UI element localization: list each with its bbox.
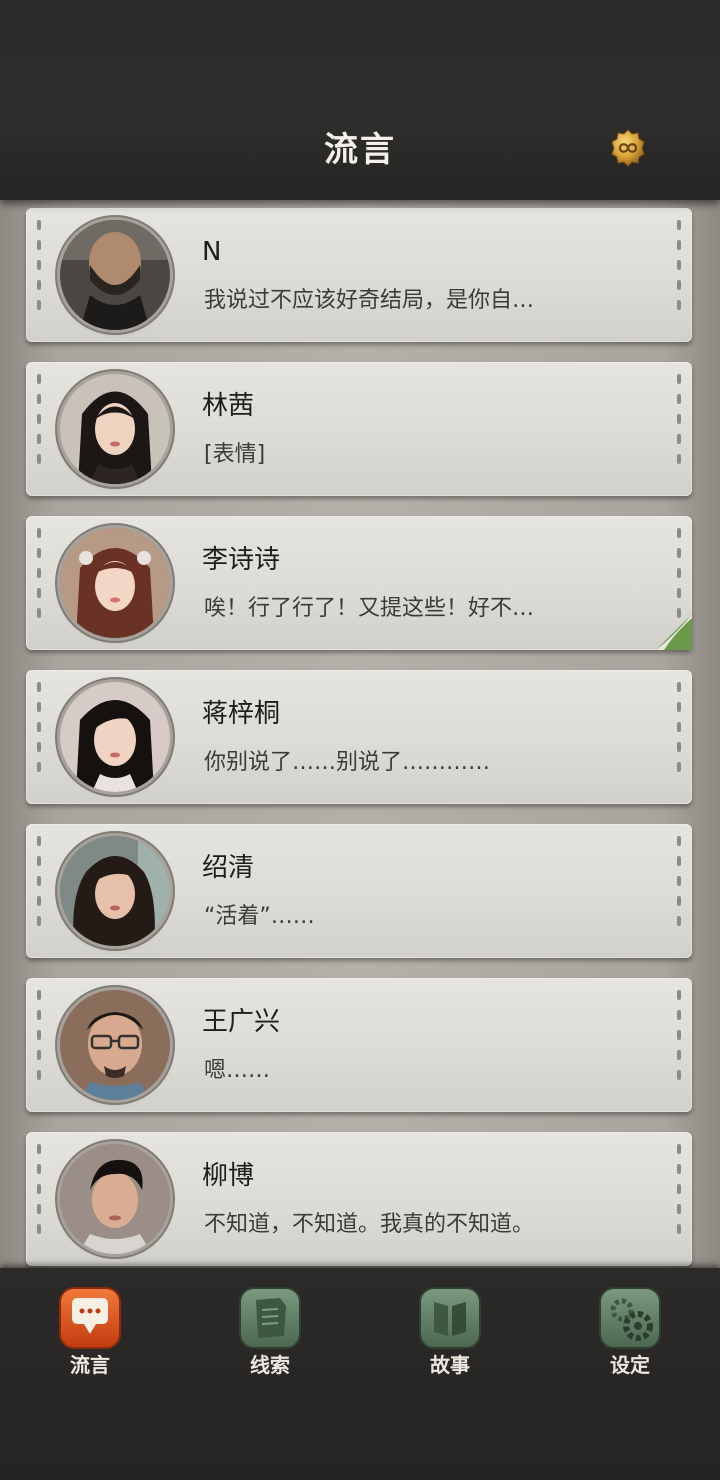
- tab-label: 故事: [430, 1353, 470, 1377]
- woman-dark-hair-avatar[interactable]: [60, 682, 170, 792]
- card-stitch-decoration: [37, 990, 41, 1100]
- chat-item[interactable]: 李诗诗 唉！行了行了！又提这些！好不…: [26, 516, 692, 650]
- message-preview: “活着”……: [204, 904, 315, 929]
- card-stitch-decoration: [37, 220, 41, 330]
- card-stitch-decoration: [677, 1144, 681, 1254]
- app-header: 流言: [0, 0, 720, 200]
- gold-infinity-coin-icon[interactable]: [608, 128, 648, 168]
- card-stitch-decoration: [677, 374, 681, 484]
- card-stitch-decoration: [37, 374, 41, 484]
- woman-wavy-hair-avatar[interactable]: [60, 836, 170, 946]
- contact-name: 王广兴: [202, 1007, 281, 1037]
- tab-label: 流言: [70, 1353, 110, 1377]
- chat-item[interactable]: 林茜 [表情]: [26, 362, 692, 496]
- message-preview: 唉！行了行了！又提这些！好不…: [204, 596, 535, 621]
- bottom-tab-bar: 流言 线索 故事 设定: [0, 1268, 720, 1480]
- tab-label: 设定: [610, 1353, 650, 1377]
- card-stitch-decoration: [37, 528, 41, 638]
- chat-item[interactable]: N 我说过不应该好奇结局，是你自…: [26, 208, 692, 342]
- contact-name: 林茜: [202, 391, 255, 421]
- contact-name: N: [202, 237, 222, 267]
- woman-hair-clips-avatar[interactable]: [60, 528, 170, 638]
- book-icon: [418, 1286, 482, 1350]
- tab-clues[interactable]: 线索: [210, 1282, 330, 1392]
- card-stitch-decoration: [677, 990, 681, 1100]
- card-stitch-decoration: [37, 836, 41, 946]
- chat-item[interactable]: 王广兴 嗯……: [26, 978, 692, 1112]
- chat-bubble-icon: [58, 1286, 122, 1350]
- card-stitch-decoration: [677, 682, 681, 792]
- message-preview: 我说过不应该好奇结局，是你自…: [204, 288, 535, 313]
- message-preview: 你别说了……别说了…………: [204, 750, 491, 775]
- message-preview: 不知道，不知道。我真的不知道。: [204, 1212, 535, 1237]
- tab-rumors[interactable]: 流言: [30, 1282, 150, 1392]
- contact-name: 柳博: [202, 1161, 255, 1191]
- chat-item[interactable]: 蒋梓桐 你别说了……别说了…………: [26, 670, 692, 804]
- gear-icon: [598, 1286, 662, 1350]
- woman-long-hair-avatar[interactable]: [60, 374, 170, 484]
- young-man-avatar[interactable]: [60, 1144, 170, 1254]
- paper-scroll-icon: [238, 1286, 302, 1350]
- contact-name: 李诗诗: [202, 545, 281, 575]
- message-preview: [表情]: [204, 442, 266, 467]
- chat-list[interactable]: N 我说过不应该好奇结局，是你自… 林茜 [表情] 李诗诗 唉！行了行了！又提这…: [0, 200, 720, 1268]
- card-stitch-decoration: [677, 836, 681, 946]
- message-preview: 嗯……: [204, 1058, 271, 1083]
- contact-name: 绍清: [202, 853, 255, 883]
- tab-story[interactable]: 故事: [390, 1282, 510, 1392]
- card-stitch-decoration: [37, 682, 41, 792]
- man-bearded-avatar[interactable]: [60, 220, 170, 330]
- tab-label: 线索: [250, 1353, 290, 1377]
- card-stitch-decoration: [37, 1144, 41, 1254]
- tab-settings[interactable]: 设定: [570, 1282, 690, 1392]
- man-glasses-avatar[interactable]: [60, 990, 170, 1100]
- chat-item[interactable]: 柳博 不知道，不知道。我真的不知道。: [26, 1132, 692, 1266]
- contact-name: 蒋梓桐: [202, 699, 281, 729]
- chat-item[interactable]: 绍清 “活着”……: [26, 824, 692, 958]
- page-curl-corner: [656, 614, 692, 650]
- card-stitch-decoration: [677, 220, 681, 330]
